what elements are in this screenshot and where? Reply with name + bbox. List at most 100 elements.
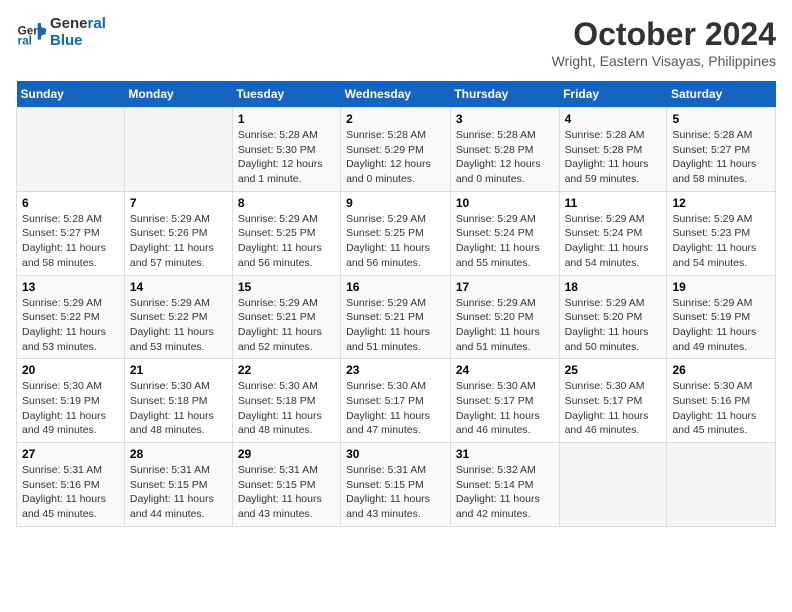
day-detail: Sunrise: 5:31 AMSunset: 5:15 PMDaylight:… <box>130 463 227 522</box>
day-detail: Sunrise: 5:29 AMSunset: 5:19 PMDaylight:… <box>672 296 770 355</box>
weekday-header-cell: Wednesday <box>341 81 451 108</box>
calendar-day-cell: 24 Sunrise: 5:30 AMSunset: 5:17 PMDayligh… <box>450 359 559 443</box>
calendar-day-cell: 16Sunrise: 5:29 AMSunset: 5:21 PMDayligh… <box>341 275 451 359</box>
calendar-day-cell: 14Sunrise: 5:29 AMSunset: 5:22 PMDayligh… <box>124 275 232 359</box>
calendar-day-cell: 15Sunrise: 5:29 AMSunset: 5:21 PMDayligh… <box>232 275 340 359</box>
day-detail: Sunrise: 5:30 AMSunset: 5:18 PMDaylight:… <box>130 379 227 438</box>
calendar-day-cell: 11Sunrise: 5:29 AMSunset: 5:24 PMDayligh… <box>559 191 667 275</box>
calendar-day-cell: 29Sunrise: 5:31 AMSunset: 5:15 PMDayligh… <box>232 443 340 527</box>
calendar-day-cell: 6 Sunrise: 5:28 AMSunset: 5:27 PMDaylight… <box>17 191 125 275</box>
day-number: 3 <box>456 112 554 126</box>
calendar-day-cell: 31 Sunrise: 5:32 AMSunset: 5:14 PMDayligh… <box>450 443 559 527</box>
page-header: Gene ral General Blue October 2024 Wrigh… <box>16 16 776 69</box>
day-number: 22 <box>238 363 335 377</box>
day-number: 16 <box>346 280 445 294</box>
day-detail: Sunrise: 5:30 AMSunset: 5:18 PMDaylight:… <box>238 379 335 438</box>
svg-text:ral: ral <box>18 34 32 47</box>
day-number: 20 <box>22 363 119 377</box>
day-number: 21 <box>130 363 227 377</box>
day-detail: Sunrise: 5:28 AMSunset: 5:28 PMDaylight:… <box>565 128 662 187</box>
weekday-header-cell: Saturday <box>667 81 776 108</box>
day-number: 30 <box>346 447 445 461</box>
day-number: 27 <box>22 447 119 461</box>
day-detail: Sunrise: 5:28 AMSunset: 5:28 PMDaylight:… <box>456 128 554 187</box>
calendar-week-row: 27 Sunrise: 5:31 AMSunset: 5:16 PMDayligh… <box>17 443 776 527</box>
calendar-day-cell: 9 Sunrise: 5:29 AMSunset: 5:25 PMDaylight… <box>341 191 451 275</box>
month-title: October 2024 <box>552 16 776 53</box>
day-detail: Sunrise: 5:30 AMSunset: 5:17 PMDaylight:… <box>565 379 662 438</box>
calendar-day-cell: 2 Sunrise: 5:28 AMSunset: 5:29 PMDaylight… <box>341 108 451 192</box>
day-detail: Sunrise: 5:28 AMSunset: 5:27 PMDaylight:… <box>672 128 770 187</box>
day-number: 19 <box>672 280 770 294</box>
calendar-day-cell <box>667 443 776 527</box>
calendar-day-cell: 8Sunrise: 5:29 AMSunset: 5:25 PMDaylight… <box>232 191 340 275</box>
day-number: 15 <box>238 280 335 294</box>
day-detail: Sunrise: 5:29 AMSunset: 5:25 PMDaylight:… <box>238 212 335 271</box>
calendar-day-cell <box>17 108 125 192</box>
weekday-header-cell: Friday <box>559 81 667 108</box>
day-detail: Sunrise: 5:30 AMSunset: 5:17 PMDaylight:… <box>456 379 554 438</box>
day-detail: Sunrise: 5:31 AMSunset: 5:15 PMDaylight:… <box>346 463 445 522</box>
calendar-body: 1 Sunrise: 5:28 AMSunset: 5:30 PMDaylight… <box>17 108 776 527</box>
calendar-table: SundayMondayTuesdayWednesdayThursdayFrid… <box>16 81 776 527</box>
weekday-header-cell: Sunday <box>17 81 125 108</box>
day-detail: Sunrise: 5:31 AMSunset: 5:16 PMDaylight:… <box>22 463 119 522</box>
day-detail: Sunrise: 5:28 AMSunset: 5:30 PMDaylight:… <box>238 128 335 187</box>
day-detail: Sunrise: 5:28 AMSunset: 5:27 PMDaylight:… <box>22 212 119 271</box>
calendar-week-row: 1 Sunrise: 5:28 AMSunset: 5:30 PMDaylight… <box>17 108 776 192</box>
calendar-day-cell: 7Sunrise: 5:29 AMSunset: 5:26 PMDaylight… <box>124 191 232 275</box>
day-number: 5 <box>672 112 770 126</box>
day-detail: Sunrise: 5:29 AMSunset: 5:25 PMDaylight:… <box>346 212 445 271</box>
day-detail: Sunrise: 5:30 AMSunset: 5:16 PMDaylight:… <box>672 379 770 438</box>
weekday-header-cell: Thursday <box>450 81 559 108</box>
day-detail: Sunrise: 5:30 AMSunset: 5:17 PMDaylight:… <box>346 379 445 438</box>
day-detail: Sunrise: 5:29 AMSunset: 5:23 PMDaylight:… <box>672 212 770 271</box>
day-number: 28 <box>130 447 227 461</box>
calendar-day-cell: 4Sunrise: 5:28 AMSunset: 5:28 PMDaylight… <box>559 108 667 192</box>
logo-icon: Gene ral <box>16 18 46 48</box>
calendar-day-cell: 27 Sunrise: 5:31 AMSunset: 5:16 PMDayligh… <box>17 443 125 527</box>
day-number: 25 <box>565 363 662 377</box>
calendar-day-cell: 30 Sunrise: 5:31 AMSunset: 5:15 PMDayligh… <box>341 443 451 527</box>
day-detail: Sunrise: 5:31 AMSunset: 5:15 PMDaylight:… <box>238 463 335 522</box>
day-number: 31 <box>456 447 554 461</box>
calendar-day-cell <box>124 108 232 192</box>
calendar-day-cell: 28 Sunrise: 5:31 AMSunset: 5:15 PMDayligh… <box>124 443 232 527</box>
day-detail: Sunrise: 5:29 AMSunset: 5:22 PMDaylight:… <box>22 296 119 355</box>
weekday-header-cell: Monday <box>124 81 232 108</box>
day-number: 18 <box>565 280 662 294</box>
day-detail: Sunrise: 5:29 AMSunset: 5:24 PMDaylight:… <box>456 212 554 271</box>
calendar-day-cell: 13 Sunrise: 5:29 AMSunset: 5:22 PMDayligh… <box>17 275 125 359</box>
calendar-day-cell: 22 Sunrise: 5:30 AMSunset: 5:18 PMDayligh… <box>232 359 340 443</box>
calendar-day-cell: 23 Sunrise: 5:30 AMSunset: 5:17 PMDayligh… <box>341 359 451 443</box>
day-number: 17 <box>456 280 554 294</box>
calendar-day-cell: 5 Sunrise: 5:28 AMSunset: 5:27 PMDaylight… <box>667 108 776 192</box>
day-number: 12 <box>672 196 770 210</box>
day-number: 7 <box>130 196 227 210</box>
calendar-day-cell: 3 Sunrise: 5:28 AMSunset: 5:28 PMDaylight… <box>450 108 559 192</box>
day-detail: Sunrise: 5:28 AMSunset: 5:29 PMDaylight:… <box>346 128 445 187</box>
calendar-day-cell: 19 Sunrise: 5:29 AMSunset: 5:19 PMDayligh… <box>667 275 776 359</box>
day-number: 9 <box>346 196 445 210</box>
day-number: 13 <box>22 280 119 294</box>
calendar-day-cell: 26Sunrise: 5:30 AMSunset: 5:16 PMDayligh… <box>667 359 776 443</box>
calendar-week-row: 13 Sunrise: 5:29 AMSunset: 5:22 PMDayligh… <box>17 275 776 359</box>
calendar-week-row: 6 Sunrise: 5:28 AMSunset: 5:27 PMDaylight… <box>17 191 776 275</box>
day-detail: Sunrise: 5:32 AMSunset: 5:14 PMDaylight:… <box>456 463 554 522</box>
calendar-day-cell: 1 Sunrise: 5:28 AMSunset: 5:30 PMDaylight… <box>232 108 340 192</box>
day-number: 23 <box>346 363 445 377</box>
day-number: 2 <box>346 112 445 126</box>
day-number: 24 <box>456 363 554 377</box>
calendar-day-cell: 10Sunrise: 5:29 AMSunset: 5:24 PMDayligh… <box>450 191 559 275</box>
logo: Gene ral General Blue <box>16 16 106 49</box>
day-number: 1 <box>238 112 335 126</box>
day-number: 11 <box>565 196 662 210</box>
calendar-day-cell: 18Sunrise: 5:29 AMSunset: 5:20 PMDayligh… <box>559 275 667 359</box>
day-number: 6 <box>22 196 119 210</box>
calendar-day-cell: 17Sunrise: 5:29 AMSunset: 5:20 PMDayligh… <box>450 275 559 359</box>
calendar-day-cell <box>559 443 667 527</box>
calendar-day-cell: 21 Sunrise: 5:30 AMSunset: 5:18 PMDayligh… <box>124 359 232 443</box>
title-block: October 2024 Wright, Eastern Visayas, Ph… <box>552 16 776 69</box>
calendar-day-cell: 12 Sunrise: 5:29 AMSunset: 5:23 PMDayligh… <box>667 191 776 275</box>
day-detail: Sunrise: 5:30 AMSunset: 5:19 PMDaylight:… <box>22 379 119 438</box>
